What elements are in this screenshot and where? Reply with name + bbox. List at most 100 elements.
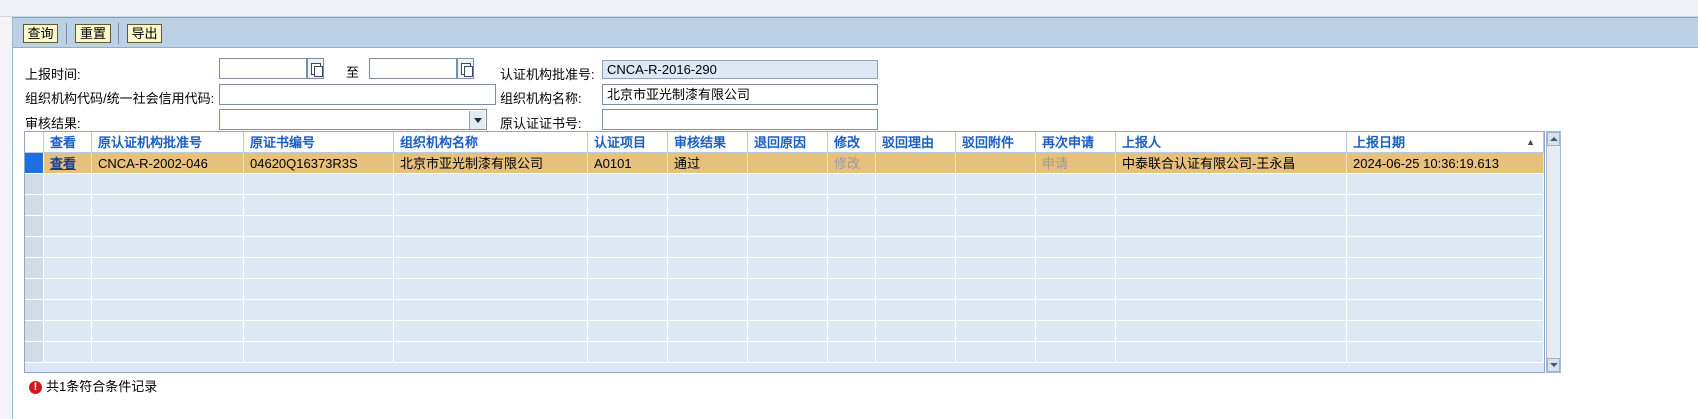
grid-cell-empty <box>668 300 748 321</box>
query-button[interactable]: 查询 <box>23 24 58 43</box>
grid-cell-empty <box>244 174 394 195</box>
calendar-icon[interactable] <box>457 58 474 79</box>
grid-cell-empty <box>748 300 828 321</box>
row-selector <box>25 279 44 300</box>
grid-cell-empty <box>394 216 588 237</box>
grid-cell-empty <box>876 195 956 216</box>
grid-cell-empty <box>1036 342 1116 363</box>
table-row-empty <box>25 174 1544 195</box>
grid-cell-empty <box>1347 258 1544 279</box>
grid-cell-empty <box>1036 258 1116 279</box>
col-header-reject-reason[interactable]: 驳回理由 <box>876 132 956 153</box>
col-header-reporter[interactable]: 上报人 <box>1116 132 1347 153</box>
grid-cell-empty <box>1347 216 1544 237</box>
col-header-audit-result[interactable]: 审核结果 <box>668 132 748 153</box>
cell-return-reason <box>748 153 828 174</box>
view-link[interactable]: 查看 <box>50 156 76 171</box>
grid-cell-empty <box>44 216 92 237</box>
col-header-org-name[interactable]: 组织机构名称 <box>394 132 588 153</box>
audit-result-select[interactable] <box>219 109 487 130</box>
grid-cell-empty <box>1116 174 1347 195</box>
grid-cell-empty <box>876 216 956 237</box>
grid-cell-empty <box>956 321 1036 342</box>
cell-reject-reason <box>876 153 956 174</box>
col-header-reject-attachment[interactable]: 驳回附件 <box>956 132 1036 153</box>
grid-cell-empty <box>748 279 828 300</box>
grid-cell-empty <box>588 258 668 279</box>
chevron-down-icon[interactable] <box>469 111 485 129</box>
orig-cert-input[interactable] <box>602 109 878 130</box>
cell-cert-item: A0101 <box>588 153 668 174</box>
grid-cell-empty <box>44 279 92 300</box>
grid-cell-empty <box>92 258 244 279</box>
col-header-return-reason[interactable]: 退回原因 <box>748 132 828 153</box>
to-label: 至 <box>346 65 360 80</box>
org-name-input[interactable]: 北京市亚光制漆有限公司 <box>602 84 878 105</box>
audit-result-label: 审核结果: <box>25 116 81 131</box>
grid-cell-empty <box>1116 342 1347 363</box>
report-time-label: 上报时间: <box>25 67 81 82</box>
row-selector <box>25 174 44 195</box>
org-code-input[interactable] <box>219 84 496 105</box>
grid-cell-empty <box>956 300 1036 321</box>
scroll-up-icon[interactable] <box>1547 132 1560 146</box>
grid-cell-empty <box>1036 174 1116 195</box>
grid-cell-empty <box>44 321 92 342</box>
col-header-modify[interactable]: 修改 <box>828 132 876 153</box>
grid-cell-empty <box>956 237 1036 258</box>
grid-cell-empty <box>668 342 748 363</box>
scroll-down-icon[interactable] <box>1547 358 1560 372</box>
grid-cell-empty <box>244 216 394 237</box>
grid-cell-empty <box>668 174 748 195</box>
sort-asc-icon: ▲ <box>1526 137 1535 147</box>
top-strip <box>0 0 1698 17</box>
col-header-orig-cert-no[interactable]: 原证书编号 <box>244 132 394 153</box>
grid-cell-empty <box>1116 195 1347 216</box>
grid-cell-empty <box>1347 237 1544 258</box>
grid-cell-empty <box>748 258 828 279</box>
grid-cell-empty <box>44 258 92 279</box>
export-button[interactable]: 导出 <box>127 24 162 43</box>
grid-cell-empty <box>1347 279 1544 300</box>
grid-cell-empty <box>828 237 876 258</box>
grid-cell-empty <box>956 258 1036 279</box>
report-time-to-input[interactable] <box>369 58 457 79</box>
grid-cell-empty <box>876 237 956 258</box>
calendar-icon[interactable] <box>307 58 324 79</box>
col-header-reapply[interactable]: 再次申请 <box>1036 132 1116 153</box>
grid-cell-empty <box>748 237 828 258</box>
table-row-empty <box>25 279 1544 300</box>
grid-cell-empty <box>92 300 244 321</box>
grid-cell-empty <box>1036 237 1116 258</box>
grid-cell-empty <box>1347 174 1544 195</box>
row-selector[interactable] <box>25 153 44 174</box>
grid-cell-empty <box>1116 216 1347 237</box>
table-row[interactable]: 查看 CNCA-R-2002-046 04620Q16373R3S 北京市亚光制… <box>25 153 1544 174</box>
col-header-view[interactable]: 查看 <box>44 132 92 153</box>
grid-cell-empty <box>748 195 828 216</box>
table-row-empty <box>25 342 1544 363</box>
grid-cell-empty <box>1347 342 1544 363</box>
grid-cell-empty <box>244 321 394 342</box>
col-header-report-date[interactable]: 上报日期 ▲ <box>1347 132 1544 153</box>
table-row-empty <box>25 195 1544 216</box>
reset-button[interactable]: 重置 <box>75 24 111 43</box>
col-header-cert-item[interactable]: 认证项目 <box>588 132 668 153</box>
grid-cell-empty <box>1116 258 1347 279</box>
grid-cell-empty <box>828 279 876 300</box>
grid-scrollbar[interactable] <box>1546 131 1561 373</box>
col-header-orig-approval-no[interactable]: 原认证机构批准号 <box>92 132 244 153</box>
report-time-from-input[interactable] <box>219 58 307 79</box>
row-selector <box>25 342 44 363</box>
row-selector <box>25 321 44 342</box>
org-code-label: 组织机构代码/统一社会信用代码: <box>25 91 215 106</box>
table-row-empty <box>25 237 1544 258</box>
grid-cell-empty <box>588 174 668 195</box>
modify-link-disabled: 修改 <box>828 153 876 174</box>
query-panel: 查询 重置 导出 上报时间: 至 认证机构批准号: CNCA-R-2016-29… <box>12 17 1698 419</box>
grid-cell-empty <box>92 237 244 258</box>
table-row-empty <box>25 216 1544 237</box>
grid-cell-empty <box>92 279 244 300</box>
grid-cell-empty <box>92 216 244 237</box>
grid-cell-empty <box>92 342 244 363</box>
